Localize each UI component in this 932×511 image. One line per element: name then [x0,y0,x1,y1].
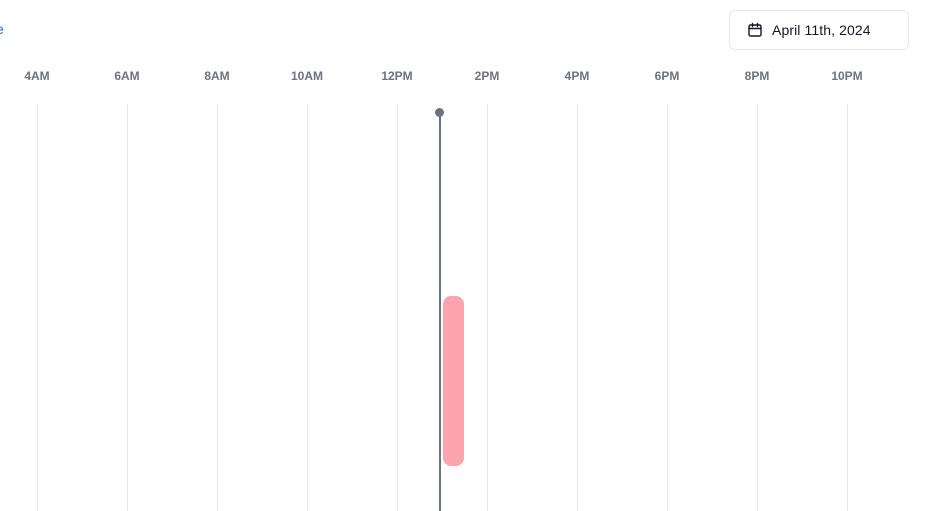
grid-line-2pm [487,104,488,511]
grid-line-12pm [397,104,398,511]
grid-line-6am [127,104,128,511]
hour-label: 4PM [564,69,590,83]
grid-line-4am [37,104,38,511]
hour-label: 6PM [654,69,680,83]
grid-line-10am [307,104,308,511]
hour-label: 12PM [381,69,413,83]
hour-label: 4AM [24,69,50,83]
hour-label: 10PM [831,69,863,83]
hour-label: 2PM [474,69,500,83]
hour-label: 8PM [744,69,770,83]
grid-line-6pm [667,104,668,511]
grid-line-4pm [577,104,578,511]
hour-label: 10AM [290,69,323,83]
hour-grid: 4AM 6AM 8AM 10AM 12PM 2PM 4PM 6PM 8PM 10… [0,0,932,511]
timeline-view: e April 11th, 2024 4AM 6AM 8AM 10AM 12PM… [0,0,932,511]
grid-line-8am [217,104,218,511]
event-block[interactable] [443,296,464,466]
grid-line-8pm [757,104,758,511]
current-time-line [439,112,441,511]
hour-label: 8AM [204,69,230,83]
current-time-dot [435,108,444,117]
grid-line-10pm [847,104,848,511]
hour-label: 6AM [114,69,140,83]
